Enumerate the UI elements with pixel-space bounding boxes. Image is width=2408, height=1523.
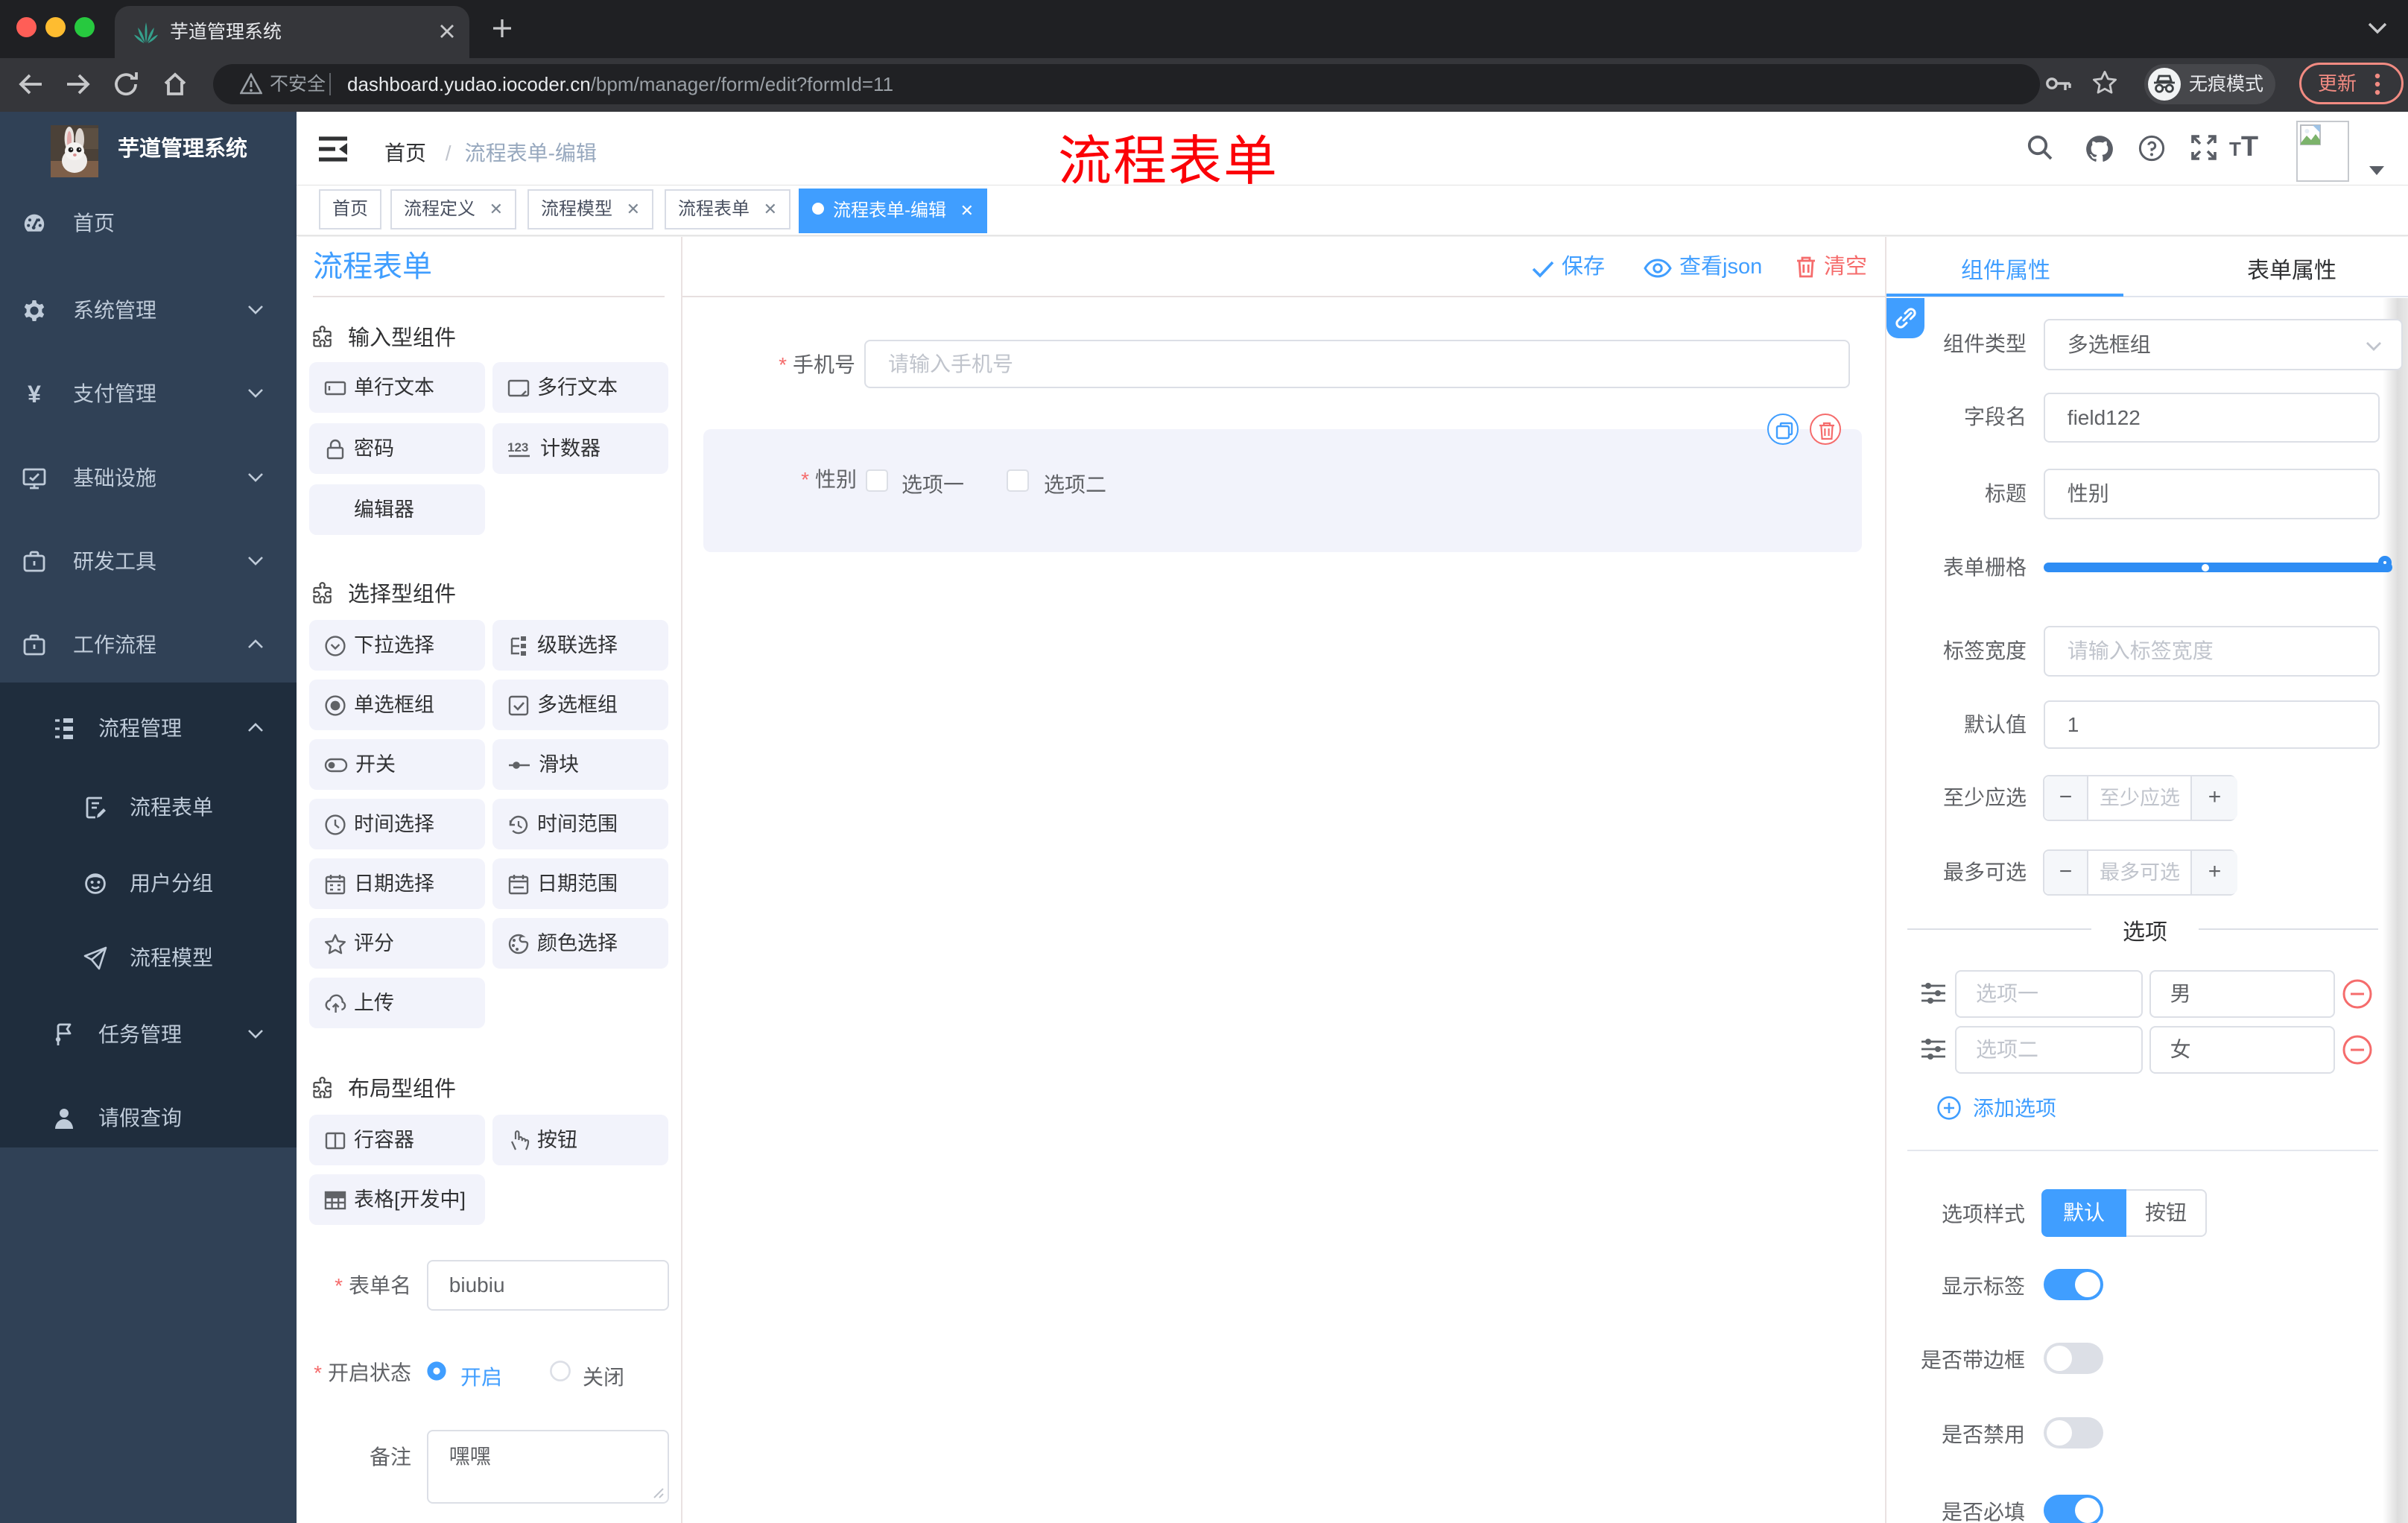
svg-text:123: 123 — [507, 440, 528, 455]
